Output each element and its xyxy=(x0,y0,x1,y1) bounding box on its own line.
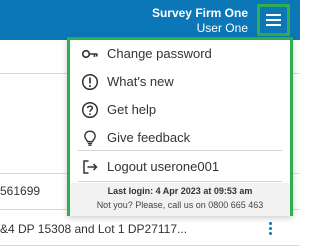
key-icon xyxy=(81,45,99,63)
not-you-text: Not you? Please, call us on 0800 665 463 xyxy=(96,200,264,210)
get-help-menu-item[interactable]: Get help xyxy=(70,96,290,124)
hamburger-menu-icon[interactable] xyxy=(257,4,290,36)
get-help-label: Get help xyxy=(107,102,157,117)
change-password-label: Change password xyxy=(107,46,212,61)
whats-new-label: What's new xyxy=(107,74,174,89)
firm-name: Survey Firm One xyxy=(151,6,248,20)
change-password-menu-item[interactable]: Change password xyxy=(70,40,290,68)
menu-divider xyxy=(78,150,282,151)
last-login-text: Last login: 4 Apr 2023 at 09:53 am xyxy=(107,186,253,196)
logout-icon xyxy=(81,158,99,176)
row-reference: 561699 xyxy=(0,184,41,198)
login-info-footer: Last login: 4 Apr 2023 at 09:53 am Not y… xyxy=(70,183,290,216)
give-feedback-label: Give feedback xyxy=(107,130,191,145)
menu-divider xyxy=(78,181,282,182)
exclamation-circle-icon xyxy=(81,73,99,91)
user-menu-dropdown: Change password What's new Get help Give… xyxy=(67,37,293,216)
question-circle-icon xyxy=(81,101,99,119)
logout-menu-item[interactable]: Logout userone001 xyxy=(70,153,290,181)
logout-label: Logout userone001 xyxy=(107,159,220,174)
top-bar: Survey Firm One User One xyxy=(0,0,300,40)
more-options-icon[interactable] xyxy=(269,222,273,237)
row-description: &4 DP 15308 and Lot 1 DP27117... xyxy=(0,222,188,236)
whats-new-menu-item[interactable]: What's new xyxy=(70,68,290,96)
give-feedback-menu-item[interactable]: Give feedback xyxy=(70,124,290,152)
user-name: User One xyxy=(196,21,248,35)
lightbulb-icon xyxy=(81,129,99,147)
